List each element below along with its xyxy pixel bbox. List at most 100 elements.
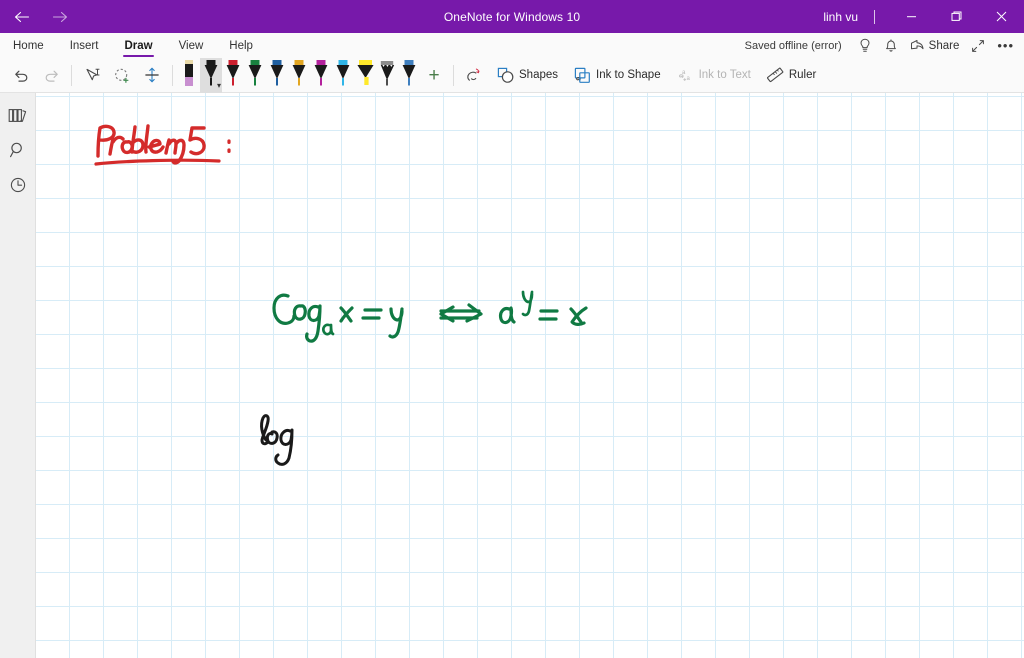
pen-highlighter-yellow[interactable] xyxy=(354,58,376,93)
pen-green-icon xyxy=(248,59,262,85)
bell-icon xyxy=(885,39,896,52)
pen-navy-icon xyxy=(270,59,284,85)
tab-insert[interactable]: Insert xyxy=(57,33,112,58)
svg-text:a: a xyxy=(686,76,690,82)
select-tool-button[interactable] xyxy=(77,60,107,91)
arrow-right-icon xyxy=(52,11,68,22)
pen-black[interactable]: ▾ xyxy=(200,57,222,93)
tab-home[interactable]: Home xyxy=(0,33,57,58)
ruler-label: Ruler xyxy=(788,69,817,81)
ink-note-log-identity[interactable] xyxy=(241,278,621,358)
pen-red[interactable] xyxy=(222,58,244,93)
tell-me-button[interactable] xyxy=(852,33,878,58)
restore-button[interactable] xyxy=(934,0,979,33)
pen-gold[interactable] xyxy=(288,58,310,93)
undo-button[interactable] xyxy=(6,60,36,91)
pen-gold-icon xyxy=(292,59,306,85)
add-pen-button[interactable]: + xyxy=(420,60,448,91)
ribbon-status-area: Saved offline (error) Share ••• xyxy=(745,33,1024,58)
highlighter-lavender-icon xyxy=(185,59,193,86)
sidebar-item-recent-notes[interactable] xyxy=(2,169,34,201)
lasso-select-icon xyxy=(115,68,129,83)
left-navigation-rail xyxy=(0,93,36,658)
notebooks-icon xyxy=(8,108,27,122)
back-button[interactable] xyxy=(4,1,40,33)
expand-ribbon-button[interactable] xyxy=(965,33,991,58)
highlighter-yellow-icon xyxy=(356,59,374,85)
pen-highlighter-lavender[interactable] xyxy=(178,58,200,93)
pen-steel-blue[interactable] xyxy=(398,58,420,93)
redo-button[interactable] xyxy=(36,60,66,91)
app-body xyxy=(0,93,1024,658)
onenote-window: OneNote for Windows 10 linh vu Home Inse… xyxy=(0,0,1024,658)
title-bar: OneNote for Windows 10 linh vu xyxy=(0,0,1024,33)
ink-to-shape-label: Ink to Shape xyxy=(596,69,661,81)
draw-toolbar: ▾ + Shapes Ink to Shape a a Ink to Text … xyxy=(0,57,1024,93)
arrow-left-icon xyxy=(14,11,30,22)
toolbar-divider-3 xyxy=(453,64,454,86)
ink-note-log-word[interactable] xyxy=(246,398,316,468)
sidebar-item-search[interactable] xyxy=(2,134,34,166)
shapes-label: Shapes xyxy=(519,69,559,81)
clock-icon xyxy=(10,177,25,193)
title-bar-nav xyxy=(0,1,78,33)
pencil-gray[interactable] xyxy=(376,58,398,93)
pencil-gray-icon xyxy=(380,60,395,85)
ink-to-text-icon: a a xyxy=(678,70,690,82)
pen-magenta-icon xyxy=(314,59,328,85)
shapes-icon xyxy=(497,67,514,83)
ink-layer xyxy=(36,93,1024,658)
pen-steel-blue-icon xyxy=(402,59,416,85)
pen-red-icon xyxy=(226,59,240,85)
title-bar-divider xyxy=(874,9,875,24)
insert-space-button[interactable] xyxy=(137,60,167,91)
pen-options-chevron-icon[interactable]: ▾ xyxy=(217,81,221,90)
ribbon-tab-strip: Home Insert Draw View Help Saved offline… xyxy=(0,33,1024,58)
redo-icon xyxy=(45,70,58,82)
share-button[interactable]: Share xyxy=(904,33,966,58)
insert-space-icon xyxy=(145,67,159,83)
ruler-icon xyxy=(766,67,784,82)
toolbar-divider-1 xyxy=(71,64,72,86)
lightbulb-icon xyxy=(860,38,870,52)
pen-magenta[interactable] xyxy=(310,58,332,93)
ink-to-shape-button[interactable]: Ink to Shape xyxy=(566,60,669,91)
undo-icon xyxy=(14,70,27,82)
restore-icon xyxy=(951,11,962,21)
account-name[interactable]: linh vu xyxy=(823,10,868,24)
title-bar-right: linh vu xyxy=(823,0,1024,33)
tab-draw[interactable]: Draw xyxy=(111,33,165,58)
minimize-button[interactable] xyxy=(889,0,934,33)
tab-view[interactable]: View xyxy=(166,33,217,58)
share-label: Share xyxy=(928,39,960,52)
notifications-button[interactable] xyxy=(878,33,904,58)
close-button[interactable] xyxy=(979,0,1024,33)
share-icon xyxy=(910,39,924,49)
shapes-button[interactable]: Shapes xyxy=(489,60,566,91)
ruler-button[interactable]: Ruler xyxy=(759,60,824,91)
expand-diagonal-icon xyxy=(972,39,985,52)
search-icon xyxy=(9,142,22,158)
pen-gallery: ▾ xyxy=(178,57,420,93)
forward-button[interactable] xyxy=(42,1,78,33)
sidebar-item-notebooks[interactable] xyxy=(2,99,34,131)
ink-to-shape-icon xyxy=(574,67,590,83)
save-status: Saved offline (error) xyxy=(744,39,842,52)
minimize-icon xyxy=(907,16,916,18)
ink-to-text-label: Ink to Text xyxy=(698,69,751,81)
ink-to-text-button[interactable]: a a Ink to Text xyxy=(669,60,759,91)
pen-green[interactable] xyxy=(244,58,266,93)
note-page-canvas[interactable] xyxy=(36,93,1024,658)
pen-cyan[interactable] xyxy=(332,58,354,93)
pointer-text-select-icon xyxy=(86,68,100,80)
tab-help[interactable]: Help xyxy=(216,33,266,58)
toolbar-divider-2 xyxy=(172,64,173,86)
more-options-button[interactable]: ••• xyxy=(991,33,1020,58)
pen-navy[interactable] xyxy=(266,58,288,93)
pen-cyan-icon xyxy=(336,59,350,85)
ink-note-problem-title[interactable] xyxy=(91,118,301,188)
close-icon xyxy=(996,11,1007,22)
eraser-button[interactable] xyxy=(459,60,489,91)
eraser-icon xyxy=(467,68,480,81)
lasso-select-button[interactable] xyxy=(107,60,137,91)
